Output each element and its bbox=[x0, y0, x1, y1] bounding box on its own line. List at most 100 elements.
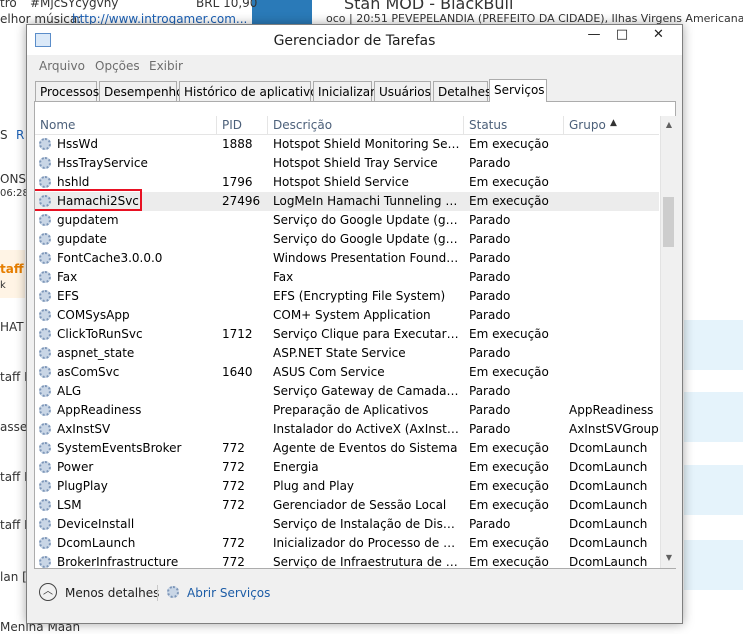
bg-text: ONS bbox=[0, 172, 27, 186]
service-name: HssWd bbox=[57, 137, 99, 151]
service-pid: 772 bbox=[222, 479, 245, 493]
column-status[interactable]: Status bbox=[464, 116, 564, 134]
column-nome[interactable]: Nome bbox=[35, 116, 217, 134]
service-row[interactable]: LSM 772 Gerenciador de Sessão Local Em exec… bbox=[35, 496, 659, 515]
service-group: DcomLaunch bbox=[569, 517, 648, 531]
gear-icon bbox=[39, 461, 51, 473]
service-group: DcomLaunch bbox=[569, 460, 648, 474]
service-group: DcomLaunch bbox=[569, 479, 648, 493]
tab-desempenho[interactable]: Desempenho bbox=[99, 81, 184, 101]
service-name: DcomLaunch bbox=[57, 536, 136, 550]
menu-opcoes[interactable]: Opções bbox=[95, 59, 140, 73]
service-description: Instalador do ActiveX (AxInstSV) bbox=[273, 422, 461, 436]
service-row[interactable]: BrokerInfrastructure 772 Serviço de Infrae… bbox=[35, 553, 659, 568]
service-row[interactable]: HssTrayService Hotspot Shield Tray Servic… bbox=[35, 154, 659, 173]
service-description: Serviço do Google Update (gupd... bbox=[273, 232, 461, 246]
service-row[interactable]: AppReadiness Preparação de Aplicativos Par… bbox=[35, 401, 659, 420]
service-row[interactable]: hshld 1796 Hotspot Shield Service Em execuç… bbox=[35, 173, 659, 192]
tab-processos[interactable]: Processos bbox=[35, 81, 99, 101]
column-grupo[interactable]: Grupo ▲ bbox=[564, 116, 659, 134]
service-row[interactable]: PlugPlay 772 Plug and Play Em execução DcomL… bbox=[35, 477, 659, 496]
service-row[interactable]: gupdatem Serviço do Google Update (gupd..… bbox=[35, 211, 659, 230]
service-description: ASP.NET State Service bbox=[273, 346, 406, 360]
service-pid: 1888 bbox=[222, 137, 253, 151]
bg-text: R bbox=[16, 128, 25, 142]
service-row[interactable]: EFS EFS (Encrypting File System) Parado bbox=[35, 287, 659, 306]
service-description: EFS (Encrypting File System) bbox=[273, 289, 446, 303]
service-description: Inicializador do Processo de Servi... bbox=[273, 536, 461, 550]
services-list: HssWd 1888 Hotspot Shield Monitoring Servi… bbox=[35, 135, 659, 568]
service-row[interactable]: aspnet_state ASP.NET State Service Parado bbox=[35, 344, 659, 363]
scroll-up-arrow-icon[interactable]: ▲ bbox=[661, 116, 677, 133]
service-description: Hotspot Shield Monitoring Service bbox=[273, 137, 461, 151]
service-description: LogMeIn Hamachi Tunneling En... bbox=[273, 194, 461, 208]
title-bar[interactable]: Gerenciador de Tarefas — □ ✕ bbox=[27, 25, 682, 55]
menu-arquivo[interactable]: Arquivo bbox=[39, 59, 85, 73]
service-status: Em execução bbox=[469, 555, 549, 568]
service-status: Em execução bbox=[469, 460, 549, 474]
bg-text: HAT bbox=[0, 320, 24, 334]
scrollbar-thumb[interactable] bbox=[663, 197, 674, 247]
service-group: DcomLaunch bbox=[569, 536, 648, 550]
gear-icon bbox=[39, 423, 51, 435]
service-row[interactable]: Power 772 Energia Em execução DcomLaunch bbox=[35, 458, 659, 477]
service-row[interactable]: asComSvc 1640 ASUS Com Service Em execução bbox=[35, 363, 659, 382]
service-row[interactable]: FontCache3.0.0.0 Windows Presentation Fou… bbox=[35, 249, 659, 268]
bg-text: S bbox=[0, 128, 8, 142]
column-descricao[interactable]: Descrição bbox=[268, 116, 464, 134]
service-row[interactable]: SystemEventsBroker 772 Agente de Eventos d… bbox=[35, 439, 659, 458]
vertical-scrollbar[interactable]: ▲ ▼ bbox=[660, 116, 676, 568]
service-row[interactable]: AxInstSV Instalador do ActiveX (AxInstSV)… bbox=[35, 420, 659, 439]
gear-icon bbox=[39, 499, 51, 511]
bg-text: #MjcSYcygvny bbox=[30, 0, 119, 10]
tab-servicos[interactable]: Serviços bbox=[489, 79, 547, 102]
service-name: EFS bbox=[57, 289, 79, 303]
service-status: Em execução bbox=[469, 441, 549, 455]
service-name: asComSvc bbox=[57, 365, 120, 379]
service-row[interactable]: COMSysApp COM+ System Application Parado bbox=[35, 306, 659, 325]
service-status: Parado bbox=[469, 422, 511, 436]
service-name: LSM bbox=[57, 498, 82, 512]
service-row[interactable]: ALG Serviço Gateway de Camada de ... Parad… bbox=[35, 382, 659, 401]
gear-icon bbox=[39, 138, 51, 150]
service-name: Fax bbox=[57, 270, 78, 284]
service-name: aspnet_state bbox=[57, 346, 135, 360]
scroll-down-arrow-icon[interactable]: ▼ bbox=[661, 549, 677, 566]
menu-exibir[interactable]: Exibir bbox=[149, 59, 183, 73]
column-pid[interactable]: PID bbox=[217, 116, 268, 134]
service-row[interactable]: HssWd 1888 Hotspot Shield Monitoring Servi… bbox=[35, 135, 659, 154]
background-highlight bbox=[684, 392, 743, 442]
tab-detalhes[interactable]: Detalhes bbox=[433, 81, 491, 101]
service-group: DcomLaunch bbox=[569, 498, 648, 512]
minimize-button[interactable]: — bbox=[579, 25, 609, 45]
maximize-button[interactable]: □ bbox=[609, 25, 635, 45]
bg-text: tro bbox=[0, 0, 17, 10]
tab-inicializar[interactable]: Inicializar bbox=[313, 81, 375, 101]
sort-ascending-icon: ▲ bbox=[610, 118, 617, 128]
service-status: Em execução bbox=[469, 479, 549, 493]
service-group: AppReadiness bbox=[569, 403, 654, 417]
service-row[interactable]: DcomLaunch 772 Inicializador do Processo d… bbox=[35, 534, 659, 553]
service-row[interactable]: DeviceInstall Serviço de Instalação de Di… bbox=[35, 515, 659, 534]
service-name: ClickToRunSvc bbox=[57, 327, 143, 341]
service-status: Em execução bbox=[469, 175, 549, 189]
gear-icon bbox=[39, 385, 51, 397]
column-header-row: Nome PID Descrição Status Grupo ▲ bbox=[35, 116, 659, 135]
tab-historico[interactable]: Histórico de aplicativos bbox=[179, 81, 324, 101]
service-description: Windows Presentation Foundati... bbox=[273, 251, 461, 265]
service-name: hshld bbox=[57, 175, 90, 189]
close-button[interactable]: ✕ bbox=[635, 25, 682, 45]
service-description: Hotspot Shield Service bbox=[273, 175, 409, 189]
service-row[interactable]: ClickToRunSvc 1712 Serviço Clique para Exe… bbox=[35, 325, 659, 344]
bg-text: BRL 10,90 bbox=[196, 0, 258, 10]
gear-icon bbox=[39, 537, 51, 549]
service-row[interactable]: Fax Fax Parado bbox=[35, 268, 659, 287]
tab-usuarios[interactable]: Usuários bbox=[374, 81, 431, 101]
gear-icon bbox=[39, 518, 51, 530]
service-name: AxInstSV bbox=[57, 422, 111, 436]
service-row[interactable]: Hamachi2Svc 27496 LogMeIn Hamachi Tunnelin… bbox=[35, 189, 659, 211]
service-name: HssTrayService bbox=[57, 156, 148, 170]
service-description: Serviço do Google Update (gupd... bbox=[273, 213, 461, 227]
chevron-up-icon: ︿ bbox=[39, 583, 57, 601]
service-row[interactable]: gupdate Serviço do Google Update (gupd...… bbox=[35, 230, 659, 249]
